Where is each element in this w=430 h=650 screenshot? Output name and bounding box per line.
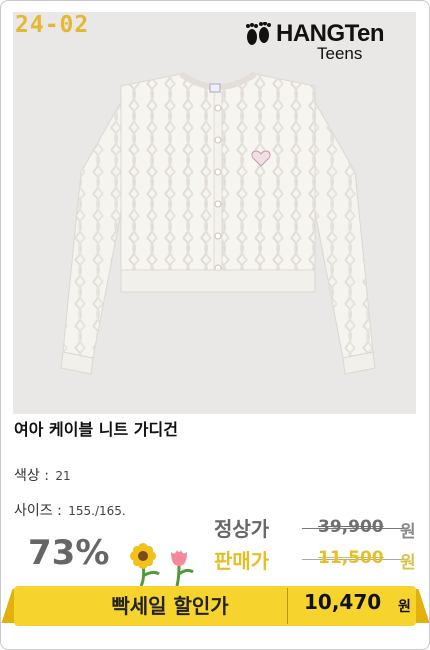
regular-price-label: 정상가	[214, 517, 270, 541]
size-row: 사이즈 : 155./165.	[14, 500, 126, 520]
deal-price[interactable]: 10,470	[304, 590, 381, 614]
brand-subline: Teens	[317, 44, 363, 63]
sale-price-label: 판매가	[214, 549, 270, 573]
sale-price-unit: 원	[400, 553, 416, 573]
size-value: 155./165.	[68, 504, 126, 518]
flowers-icon	[130, 543, 194, 587]
color-row: 색상 : 21	[14, 465, 71, 485]
product-image[interactable]	[13, 12, 416, 414]
footprint-icon	[246, 22, 271, 45]
regular-price-unit: 원	[400, 522, 416, 542]
color-label: 색상 :	[14, 468, 49, 484]
discount-percent: 73%	[28, 533, 110, 573]
product-title[interactable]: 여아 케이블 니트 가디건	[14, 416, 178, 440]
product-code: 24-02	[15, 12, 90, 38]
color-value: 21	[55, 469, 71, 483]
brand-logo: HANGTen Teens	[244, 20, 414, 70]
sale-price: 11,500	[318, 548, 384, 568]
deal-label[interactable]: 빡세일 할인가	[60, 590, 280, 619]
regular-price: 39,900	[318, 517, 384, 537]
size-label: 사이즈 :	[14, 503, 62, 519]
deal-price-unit: 원	[398, 599, 411, 615]
banner-divider	[287, 588, 288, 624]
cardigan-image	[60, 71, 376, 375]
